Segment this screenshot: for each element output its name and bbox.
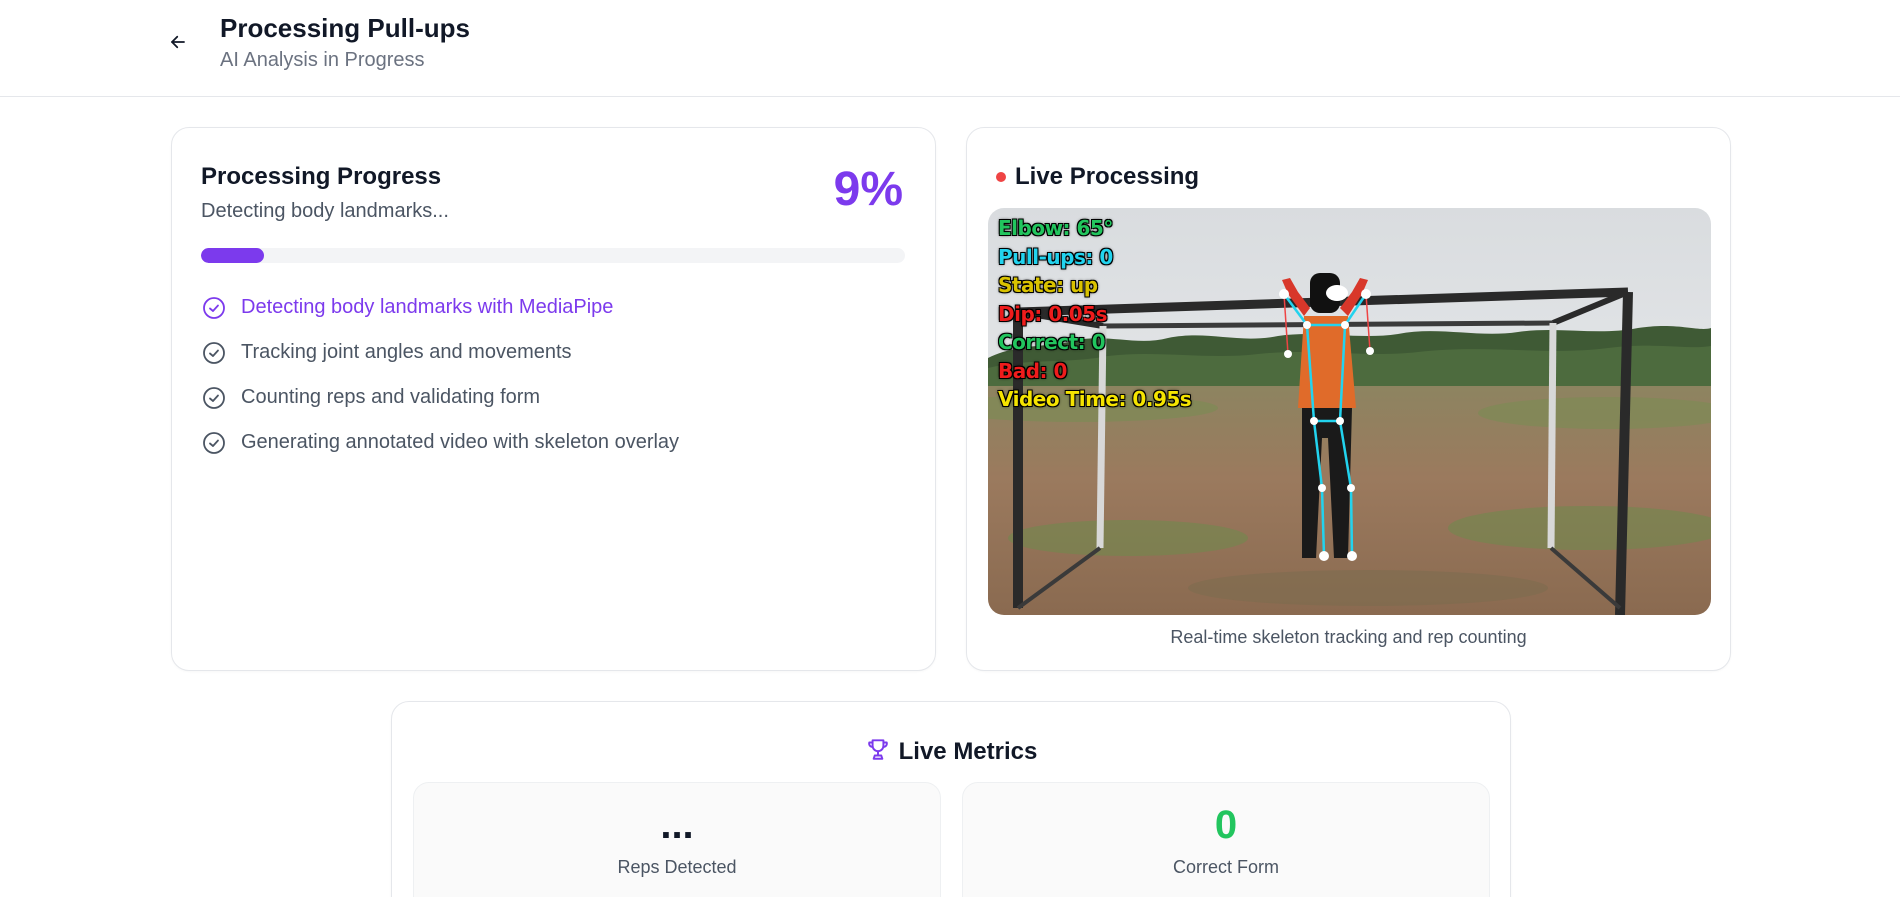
processing-step-label: Tracking joint angles and movements [241, 341, 572, 363]
overlay-stat-line: Elbow: 65° [998, 216, 1113, 240]
page-title: Processing Pull-ups [220, 13, 470, 43]
processing-progress-card: Processing Progress Detecting body landm… [171, 127, 936, 671]
processing-step-label: Counting reps and validating form [241, 386, 541, 408]
progress-status: Detecting body landmarks... [201, 200, 449, 222]
correct-form-value: 0 [1214, 803, 1238, 847]
progress-bar-fill [201, 248, 265, 263]
page-header: Processing Pull-ups AI Analysis in Progr… [0, 0, 1900, 97]
live-indicator-dot [996, 172, 1006, 182]
overlay-stat-line: Dip: 0.05s [998, 301, 1107, 326]
live-processing-title: Live Processing [1015, 163, 1200, 190]
page-subtitle: AI Analysis in Progress [220, 49, 425, 71]
check-circle-icon [201, 385, 227, 411]
progress-bar [201, 248, 905, 263]
check-circle-icon [201, 295, 227, 321]
video-stats-overlay: Elbow: 65° Pull-ups: 0 State: up Dip: 0.05s… [998, 214, 1192, 414]
reps-detected-metric: ... Reps Detected [413, 782, 941, 897]
live-video-frame: Elbow: 65° Pull-ups: 0 State: up Dip: 0.05s… [988, 208, 1711, 615]
live-processing-card: Live Processing Elbow: 65° Pull-ups: 0 S… [966, 127, 1731, 671]
live-caption: Real-time skeleton tracking and rep coun… [1170, 627, 1527, 647]
live-metrics-header: Live Metrics [392, 736, 1510, 767]
live-metrics-title: Live Metrics [898, 737, 1038, 765]
processing-step: Generating annotated video with skeleton… [201, 420, 679, 465]
live-processing-header: Live Processing [996, 163, 1199, 191]
check-circle-icon [201, 340, 227, 366]
progress-title: Processing Progress [201, 163, 442, 190]
processing-step: Tracking joint angles and movements [201, 330, 679, 375]
overlay-stat-line: Bad: 0 [998, 358, 1067, 383]
processing-step-label: Detecting body landmarks with MediaPipe [241, 296, 614, 318]
correct-form-metric: 0 Correct Form [962, 782, 1490, 897]
reps-detected-label: Reps Detected [617, 857, 737, 877]
processing-step: Detecting body landmarks with MediaPipe [201, 285, 679, 330]
back-button[interactable] [162, 30, 194, 58]
trophy-icon [865, 736, 891, 767]
reps-detected-value: ... [660, 803, 694, 847]
overlay-stat-line: Pull-ups: 0 [998, 244, 1113, 269]
arrow-left-icon [169, 33, 187, 56]
processing-step-label: Generating annotated video with skeleton… [241, 431, 680, 453]
correct-form-label: Correct Form [1172, 857, 1279, 877]
processing-steps: Detecting body landmarks with MediaPipe T… [201, 285, 679, 465]
overlay-stat-line: State: up [998, 273, 1098, 297]
processing-step: Counting reps and validating form [201, 375, 679, 420]
progress-percent: 9% [833, 163, 903, 216]
check-circle-icon [201, 430, 227, 456]
overlay-stat-line: Video Time: 0.95s [998, 387, 1192, 411]
overlay-stat-line: Correct: 0 [998, 330, 1106, 354]
live-metrics-card: Live Metrics ... Reps Detected 0 Correct… [391, 701, 1511, 897]
